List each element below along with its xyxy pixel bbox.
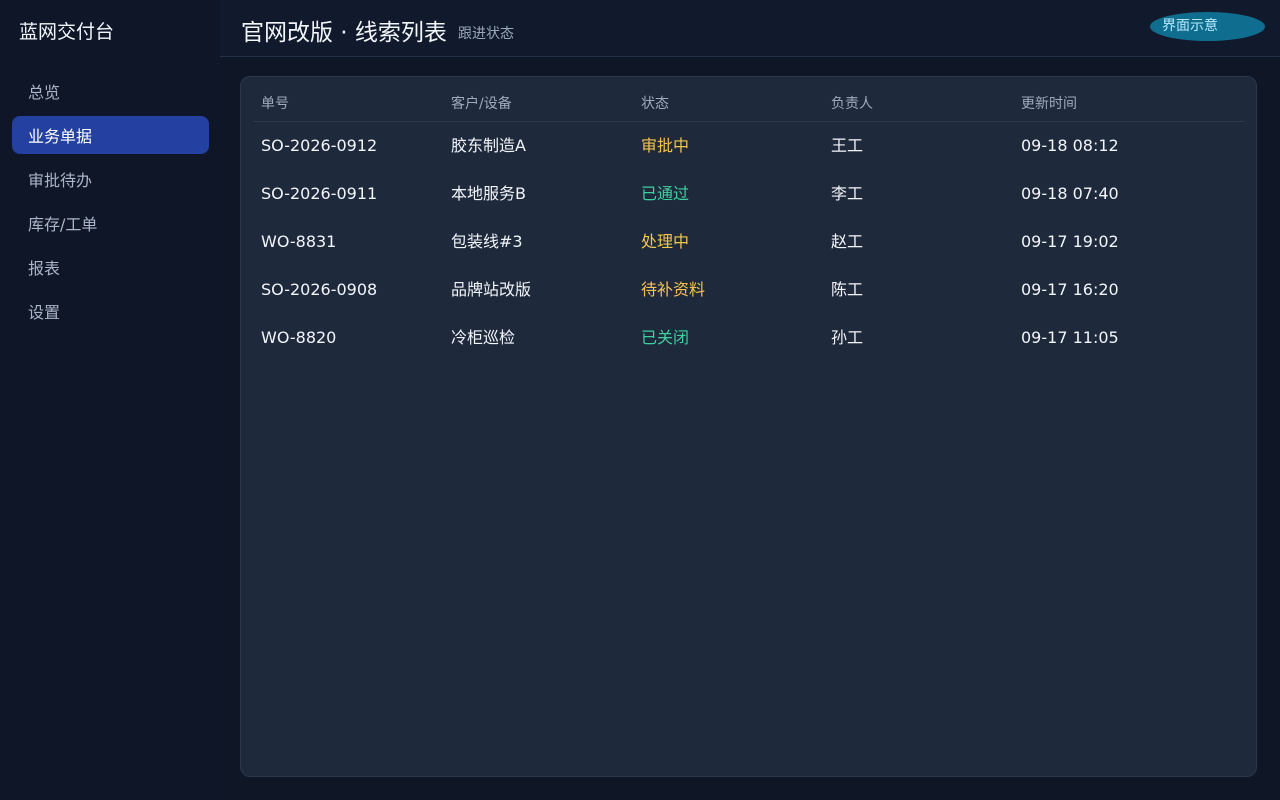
owner-cell: 李工 xyxy=(831,184,864,203)
updated-time-cell: 09-17 16:20 xyxy=(1021,280,1119,299)
table-row[interactable]: WO-8820 冷柜巡检 已关闭 孙工 09-17 11:05 xyxy=(253,314,1245,362)
page-subtitle: 跟进状态 xyxy=(458,26,514,42)
table-header: 单号 客户/设备 状态 负责人 更新时间 xyxy=(253,94,1245,122)
status-cell: 已关闭 xyxy=(641,328,690,347)
sidebar-item-inventory-workorders[interactable]: 库存/工单 xyxy=(12,204,209,242)
updated-time-cell: 09-18 07:40 xyxy=(1021,184,1119,203)
updated-time-cell: 09-17 19:02 xyxy=(1021,232,1119,251)
column-header-owner[interactable]: 负责人 xyxy=(831,94,873,114)
status-cell: 处理中 xyxy=(641,232,690,251)
customer-cell: 冷柜巡检 xyxy=(451,328,516,347)
page-title: 官网改版 · 线索列表 xyxy=(241,20,447,46)
updated-time-cell: 09-18 08:12 xyxy=(1021,136,1119,155)
customer-cell: 包装线#3 xyxy=(451,232,523,251)
document-id-cell: SO-2026-0911 xyxy=(261,184,378,203)
leads-table-panel: 单号 客户/设备 状态 负责人 更新时间 SO-2026-0912 胶东制造A … xyxy=(240,76,1257,777)
status-cell: 待补资料 xyxy=(641,280,706,299)
brand-title: 蓝网交付台 xyxy=(19,21,115,43)
table-row[interactable]: SO-2026-0912 胶东制造A 审批中 王工 09-18 08:12 xyxy=(253,122,1245,170)
column-header-updated[interactable]: 更新时间 xyxy=(1021,94,1077,114)
customer-cell: 本地服务B xyxy=(451,184,526,203)
status-cell: 审批中 xyxy=(641,136,690,155)
owner-cell: 王工 xyxy=(831,136,864,155)
document-id-cell: SO-2026-0912 xyxy=(261,136,378,155)
demo-badge: 界面示意 xyxy=(1150,12,1265,41)
customer-cell: 品牌站改版 xyxy=(451,280,532,299)
column-header-id[interactable]: 单号 xyxy=(261,94,289,114)
sidebar-item-settings[interactable]: 设置 xyxy=(12,292,209,330)
sidebar-item-approvals[interactable]: 审批待办 xyxy=(12,160,209,198)
owner-cell: 赵工 xyxy=(831,232,864,251)
owner-cell: 陈工 xyxy=(831,280,864,299)
owner-cell: 孙工 xyxy=(831,328,864,347)
document-id-cell: WO-8831 xyxy=(261,232,337,251)
sidebar: 蓝网交付台 总览 业务单据 审批待办 库存/工单 报表 设置 xyxy=(0,0,220,800)
table-row[interactable]: SO-2026-0911 本地服务B 已通过 李工 09-18 07:40 xyxy=(253,170,1245,218)
top-header: 官网改版 · 线索列表 跟进状态 界面示意 xyxy=(220,0,1280,57)
updated-time-cell: 09-17 11:05 xyxy=(1021,328,1119,347)
app-window: 蓝网交付台 总览 业务单据 审批待办 库存/工单 报表 设置 官网改版 · 线索… xyxy=(0,0,1280,800)
document-id-cell: SO-2026-0908 xyxy=(261,280,378,299)
sidebar-item-reports[interactable]: 报表 xyxy=(12,248,209,286)
status-cell: 已通过 xyxy=(641,184,690,203)
table-row[interactable]: SO-2026-0908 品牌站改版 待补资料 陈工 09-17 16:20 xyxy=(253,266,1245,314)
sidebar-item-business-documents[interactable]: 业务单据 xyxy=(12,116,209,154)
customer-cell: 胶东制造A xyxy=(451,136,526,155)
document-id-cell: WO-8820 xyxy=(261,328,337,347)
table-body: SO-2026-0912 胶东制造A 审批中 王工 09-18 08:12 SO… xyxy=(253,122,1245,362)
column-header-customer[interactable]: 客户/设备 xyxy=(451,94,512,114)
sidebar-item-overview[interactable]: 总览 xyxy=(12,72,209,110)
sidebar-nav: 总览 业务单据 审批待办 库存/工单 报表 设置 xyxy=(12,72,209,336)
table-row[interactable]: WO-8831 包装线#3 处理中 赵工 09-17 19:02 xyxy=(253,218,1245,266)
column-header-status[interactable]: 状态 xyxy=(641,94,669,114)
